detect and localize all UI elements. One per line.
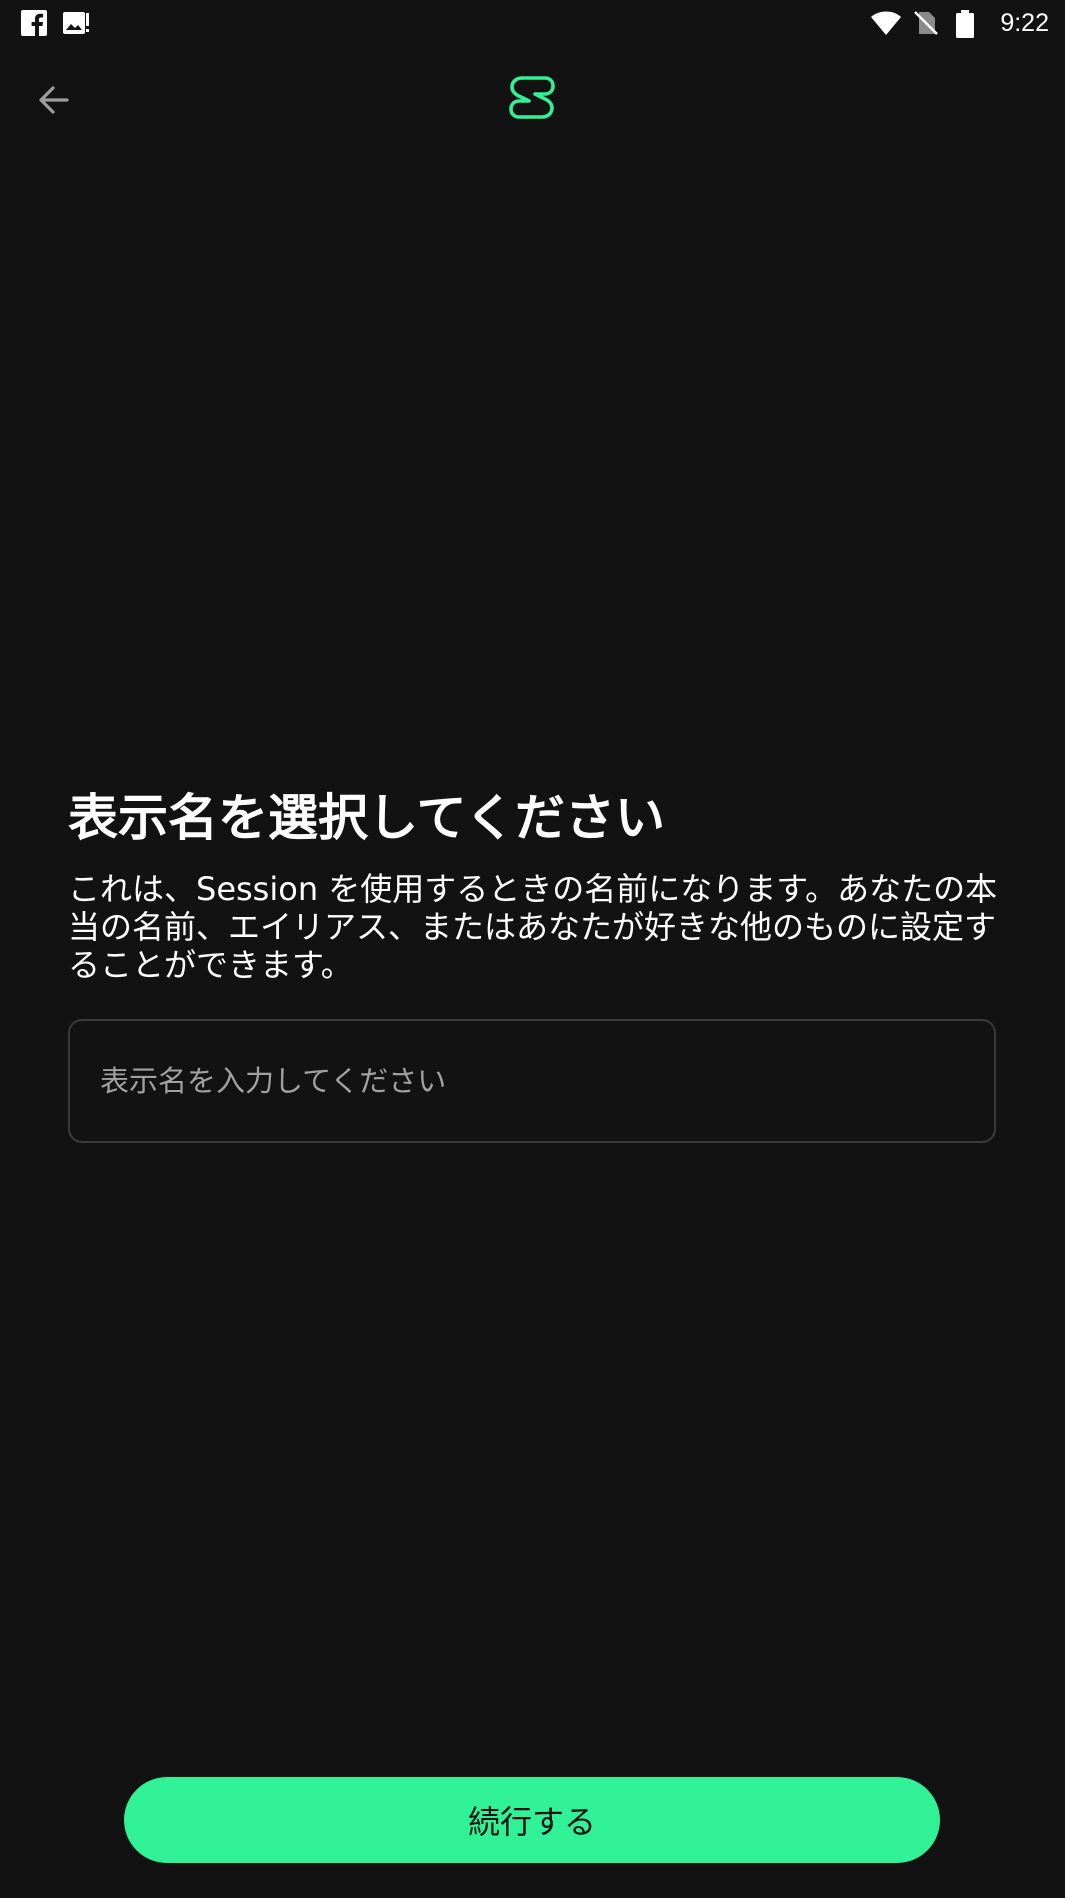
page-title: 表示名を選択してください — [68, 789, 665, 847]
status-bar: 9:22 — [0, 0, 1065, 46]
display-name-input[interactable] — [68, 1019, 996, 1143]
status-left — [20, 9, 90, 37]
status-right: 9:22 — [870, 9, 1049, 38]
session-logo — [504, 76, 560, 128]
page-description: これは、Session を使用するときの名前になります。あなたの本当の名前、エイ… — [68, 870, 998, 984]
arrow-left-icon — [37, 83, 71, 121]
continue-button[interactable]: 続行する — [124, 1777, 940, 1863]
no-sim-icon — [912, 9, 940, 37]
session-logo-icon — [507, 75, 557, 129]
display-name-screen: 9:22 表示名を選択してください これは、Session を使用するときの名前… — [0, 0, 1065, 1898]
battery-icon — [954, 9, 982, 38]
wifi-icon — [870, 9, 902, 37]
back-button[interactable] — [28, 76, 80, 128]
facebook-icon — [20, 9, 48, 37]
status-time: 9:22 — [1000, 8, 1049, 37]
image-alert-icon — [62, 9, 90, 37]
